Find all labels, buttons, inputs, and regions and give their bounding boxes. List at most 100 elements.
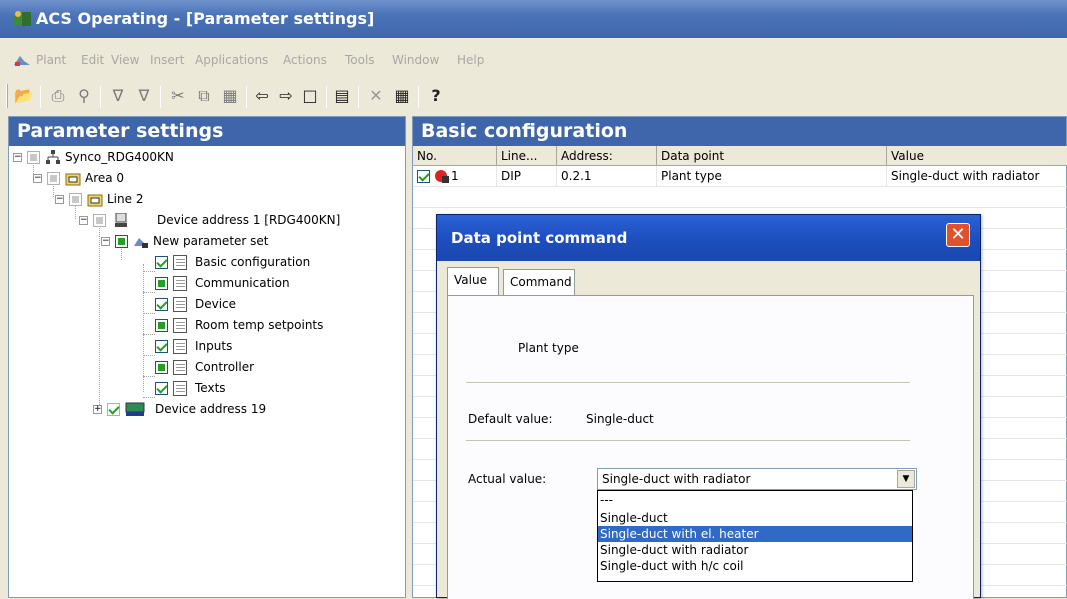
tree-node-controller[interactable]: Controller [155,357,355,378]
tree-checkbox[interactable] [155,319,168,332]
tree-node-parameter-set[interactable]: − New parameter set [101,231,401,252]
filter-clear-icon[interactable]: ∇ [134,86,154,106]
cell-line: DIP [497,166,557,187]
expand-toggle[interactable]: + [93,405,102,414]
tree-label: Controller [195,360,255,374]
column-header-line[interactable]: Line... [497,146,557,166]
actual-value-select[interactable]: Single-duct with radiator ▼ [597,468,917,490]
print-icon[interactable]: ⎙ [48,86,68,106]
actual-value-options: --- Single-duct Single-duct with el. hea… [597,490,913,582]
filter-icon[interactable]: ∇ [108,86,128,106]
tree-line [143,313,155,314]
back-arrow-icon[interactable]: ⇦ [252,86,272,106]
tree-checkbox[interactable] [155,382,168,395]
properties-icon[interactable]: ▦ [392,86,412,106]
default-value-label: Default value: [468,412,553,426]
tree-node-inputs[interactable]: Inputs [155,336,355,357]
tab-command[interactable]: Command [503,269,575,295]
document-icon [173,381,187,396]
data-point-name: Plant type [518,341,579,355]
tree-node-area[interactable]: − Area 0 [33,168,333,189]
tree-label: Device address 1 [RDG400KN] [157,213,341,227]
tree-node-texts[interactable]: Texts [155,378,355,399]
tree-label: Device address 19 [155,402,267,416]
tree-checkbox[interactable] [47,172,60,185]
paste-icon[interactable]: ▦ [220,86,240,106]
help-question-icon[interactable]: ? [426,86,446,106]
collapse-toggle[interactable]: − [33,174,42,183]
menu-window[interactable]: Window [392,53,439,67]
copy-icon[interactable]: ⧉ [194,86,214,106]
toolbar-separator [326,86,327,108]
tree-node-basic-configuration[interactable]: Basic configuration [155,252,355,273]
collapse-toggle[interactable]: − [79,216,88,225]
document-icon [173,297,187,312]
tree-checkbox[interactable] [155,361,168,374]
toolbar-separator [100,86,101,108]
menu-plant[interactable]: Plant [36,53,66,67]
window-title: ACS Operating - [Parameter settings] [36,9,375,28]
tree-node-device[interactable]: Device [155,294,355,315]
column-header-address[interactable]: Address: [557,146,657,166]
option-single-duct-el-heater[interactable]: Single-duct with el. heater [598,526,912,542]
tree-checkbox[interactable] [107,403,120,416]
option-single-duct-hc-coil[interactable]: Single-duct with h/c coil [598,558,912,574]
collapse-toggle[interactable]: − [55,195,64,204]
tree-checkbox[interactable] [93,214,106,227]
forward-arrow-icon[interactable]: ⇨ [276,86,296,106]
column-header-data-point[interactable]: Data point [657,146,887,166]
tree-node-room-temp-setpoints[interactable]: Room temp setpoints [155,315,375,336]
open-folder-icon[interactable]: 📂 [14,86,34,106]
chevron-down-icon[interactable]: ▼ [897,470,915,488]
delete-x-icon[interactable]: ✕ [366,86,386,106]
list-view-icon[interactable]: ▤ [332,86,352,106]
tree-checkbox[interactable] [155,277,168,290]
menu-insert[interactable]: Insert [150,53,184,67]
menu-view[interactable]: View [111,53,139,67]
close-icon[interactable]: ✕ [946,223,970,247]
tree-line [143,264,144,392]
plant-menu-icon[interactable] [12,52,32,68]
tree-checkbox[interactable] [155,340,168,353]
collapse-toggle[interactable]: − [101,237,110,246]
menu-tools[interactable]: Tools [345,53,375,67]
tree-node-communication[interactable]: Communication [155,273,355,294]
grid-header: No. Line... Address: Data point Value [413,146,1067,166]
tree-node-line[interactable]: − Line 2 [55,189,355,210]
tree-checkbox[interactable] [69,193,82,206]
column-header-no[interactable]: No. [413,146,497,166]
menu-actions[interactable]: Actions [283,53,327,67]
area-folder-icon [65,173,81,186]
row-number: 1 [451,169,459,183]
cut-icon[interactable]: ✂ [168,86,188,106]
up-folder-icon[interactable]: □ [300,86,320,106]
cell-address: 0.2.1 [557,166,657,187]
column-header-value[interactable]: Value [887,146,1067,166]
toolbar-separator [246,86,247,108]
option-single-duct[interactable]: Single-duct [598,510,912,526]
collapse-toggle[interactable]: − [13,153,22,162]
menu-applications[interactable]: Applications [195,53,268,67]
line-folder-icon [87,194,103,207]
device-display-icon [125,402,145,416]
option-single-duct-radiator[interactable]: Single-duct with radiator [598,542,912,558]
tree-checkbox[interactable] [27,151,40,164]
menu-help[interactable]: Help [457,53,484,67]
tree-node-device-19[interactable]: + Device address 19 [93,399,353,420]
tree-checkbox[interactable] [155,256,168,269]
tree-checkbox[interactable] [155,298,168,311]
document-icon [173,318,187,333]
option-none[interactable]: --- [598,492,912,508]
tree-line [143,292,155,293]
print-preview-icon[interactable]: ⚲ [74,86,94,106]
tab-value[interactable]: Value [447,267,499,295]
tree-node-device-1[interactable]: − Device address 1 [RDG400KN] [79,210,399,231]
table-row[interactable]: 1 DIP 0.2.1 Plant type Single-duct with … [413,166,1067,187]
tree-label: Basic configuration [193,252,313,273]
row-checkbox[interactable] [417,170,430,183]
tree-node-project[interactable]: − Synco_RDG400KN [13,147,313,168]
tree-line [143,376,155,377]
tree-checkbox[interactable] [115,235,128,248]
device-icon [115,213,127,227]
menu-edit[interactable]: Edit [81,53,104,67]
